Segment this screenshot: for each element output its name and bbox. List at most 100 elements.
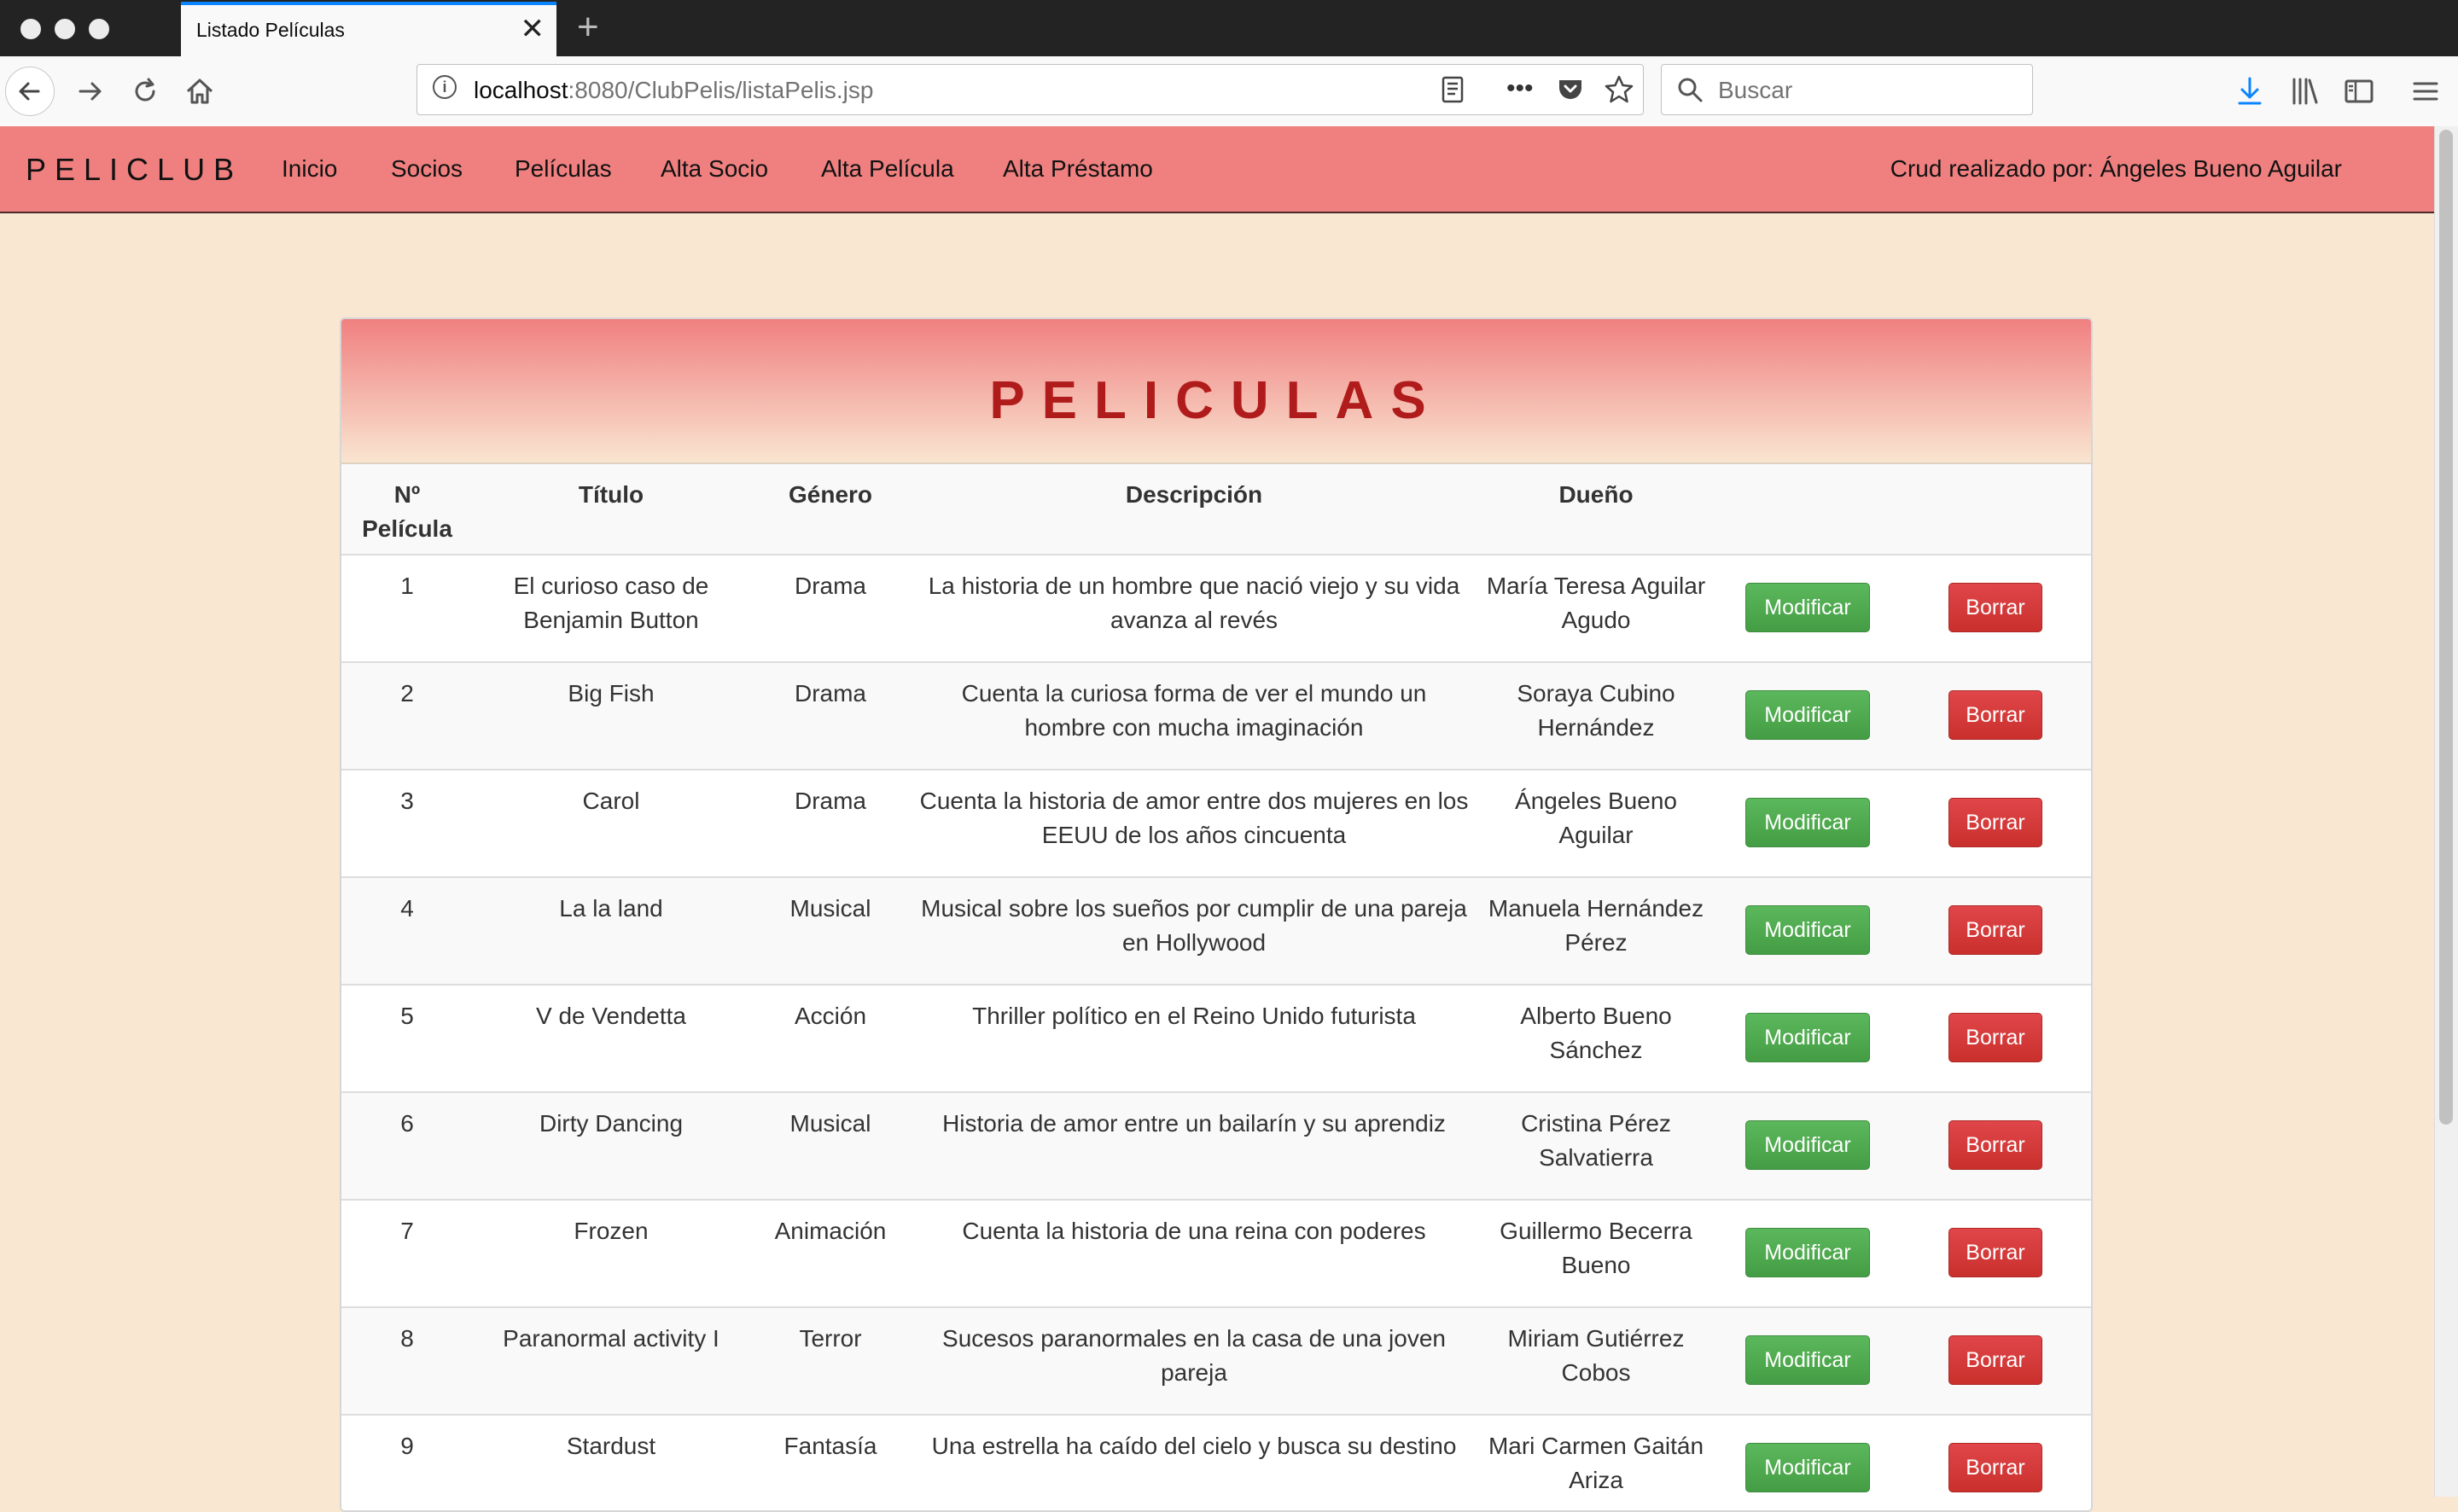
cell-genero: Drama [794,680,866,707]
cell-num: 9 [400,1433,414,1459]
cell-genero: Terror [799,1325,862,1352]
cell-genero: Musical [789,895,871,922]
url-bar[interactable]: i localhost:8080/ClubPelis/listaPelis.js… [416,64,1644,115]
modify-button[interactable]: Modificar [1745,798,1870,847]
window-minimize-dot[interactable] [55,19,75,39]
delete-button[interactable]: Borrar [1948,1228,2042,1277]
cell-dueno: Soraya Cubino Hernández [1517,680,1675,741]
cell-titulo: El curioso caso de Benjamin Button [513,573,709,633]
modify-button[interactable]: Modificar [1745,1228,1870,1277]
delete-button[interactable]: Borrar [1948,905,2042,955]
cell-descripcion: Historia de amor entre un bailarín y su … [942,1110,1446,1137]
delete-button[interactable]: Borrar [1948,1120,2042,1170]
search-input[interactable] [1716,75,2010,106]
new-tab-icon[interactable]: + [577,7,599,48]
cell-num: 1 [400,573,414,599]
cell-titulo: Carol [582,788,640,814]
close-icon[interactable]: ✕ [521,12,545,46]
header-dueno: Dueño [1558,481,1634,508]
cell-modify: Modificar [1715,985,1900,1092]
cell-delete: Borrar [1900,555,2091,662]
download-icon[interactable] [2233,74,2267,108]
window-close-dot[interactable] [20,19,41,39]
modify-button[interactable]: Modificar [1745,690,1870,740]
url-host: localhost [474,77,568,103]
cell-delete: Borrar [1900,1415,2091,1510]
header-descripcion: Descripción [1125,481,1263,508]
library-icon[interactable] [2287,74,2321,108]
cell-num: 7 [400,1218,414,1244]
modify-button[interactable]: Modificar [1745,1120,1870,1170]
cell-genero: Drama [794,788,866,814]
pocket-icon[interactable] [1556,75,1585,104]
modify-button[interactable]: Modificar [1745,583,1870,632]
cell-genero: Musical [789,1110,871,1137]
cell-titulo: Frozen [574,1218,649,1244]
header-genero: Género [788,481,873,508]
reload-icon[interactable] [128,74,162,108]
more-icon[interactable]: ••• [1506,73,1534,104]
delete-button[interactable]: Borrar [1948,798,2042,847]
info-icon[interactable]: i [433,75,457,99]
cell-delete: Borrar [1900,985,2091,1092]
nav-link-peliculas[interactable]: Películas [515,155,612,183]
cell-titulo: Paranormal activity I [503,1325,719,1352]
cell-num: 6 [400,1110,414,1137]
modify-button[interactable]: Modificar [1745,905,1870,955]
reader-view-icon[interactable] [1438,75,1467,104]
delete-button[interactable]: Borrar [1948,583,2042,632]
page-title: PELICULAS [989,371,1443,430]
header-num: Nº Película [362,481,452,542]
nav-link-alta-pelicula[interactable]: Alta Película [821,155,954,183]
forward-icon[interactable] [73,74,108,108]
cell-num: 8 [400,1325,414,1352]
site-brand[interactable]: PELICLUB [26,152,242,188]
modify-button[interactable]: Modificar [1745,1013,1870,1062]
cell-descripcion: Una estrella ha caído del cielo y busca … [931,1433,1457,1459]
browser-tab-bar: Listado Películas ✕ + [0,0,2458,56]
cell-genero: Animación [774,1218,887,1244]
nav-link-alta-socio[interactable]: Alta Socio [661,155,768,183]
cell-num: 3 [400,788,414,814]
modify-button[interactable]: Modificar [1745,1335,1870,1385]
nav-link-socios[interactable]: Socios [391,155,463,183]
delete-button[interactable]: Borrar [1948,1013,2042,1062]
cell-modify: Modificar [1715,555,1900,662]
cell-genero: Drama [794,573,866,599]
back-button[interactable] [5,67,55,116]
cell-titulo: Stardust [566,1433,656,1459]
bookmark-star-icon[interactable] [1604,74,1634,105]
delete-button[interactable]: Borrar [1948,1335,2042,1385]
table-row: 5 V de Vendetta Acción Thriller político… [341,985,2091,1092]
cell-modify: Modificar [1715,877,1900,985]
cell-delete: Borrar [1900,1200,2091,1307]
window-zoom-dot[interactable] [89,19,109,39]
cell-descripcion: La historia de un hombre que nació viejo… [928,573,1460,633]
cell-descripcion: Sucesos paranormales en la casa de una j… [942,1325,1446,1386]
browser-tab[interactable]: Listado Películas ✕ [181,2,556,56]
search-icon [1678,78,1703,102]
cell-descripcion: Cuenta la curiosa forma de ver el mundo … [961,680,1427,741]
browser-toolbar: i localhost:8080/ClubPelis/listaPelis.js… [0,56,2458,127]
home-icon[interactable] [183,74,217,108]
nav-link-inicio[interactable]: Inicio [282,155,337,183]
cell-dueno: Ángeles Bueno Aguilar [1515,788,1677,848]
cell-num: 4 [400,895,414,922]
sidebar-icon[interactable] [2342,74,2376,108]
table-row: 8 Paranormal activity I Terror Sucesos p… [341,1307,2091,1415]
url-text[interactable]: localhost:8080/ClubPelis/listaPelis.jsp [474,77,873,104]
modify-button[interactable]: Modificar [1745,1443,1870,1492]
table-row: 4 La la land Musical Musical sobre los s… [341,877,2091,985]
delete-button[interactable]: Borrar [1948,1443,2042,1492]
back-icon [19,82,40,101]
cell-dueno: Manuela Hernández Pérez [1488,895,1704,956]
header-titulo: Título [578,481,644,508]
cell-delete: Borrar [1900,1092,2091,1200]
cell-dueno: Alberto Bueno Sánchez [1520,1003,1672,1063]
menu-icon[interactable] [2408,74,2443,108]
cell-descripcion: Cuenta la historia de una reina con pode… [962,1218,1426,1244]
scrollbar-thumb[interactable] [2439,130,2453,1125]
search-bar[interactable] [1661,64,2033,115]
nav-link-alta-prestamo[interactable]: Alta Préstamo [1003,155,1153,183]
delete-button[interactable]: Borrar [1948,690,2042,740]
